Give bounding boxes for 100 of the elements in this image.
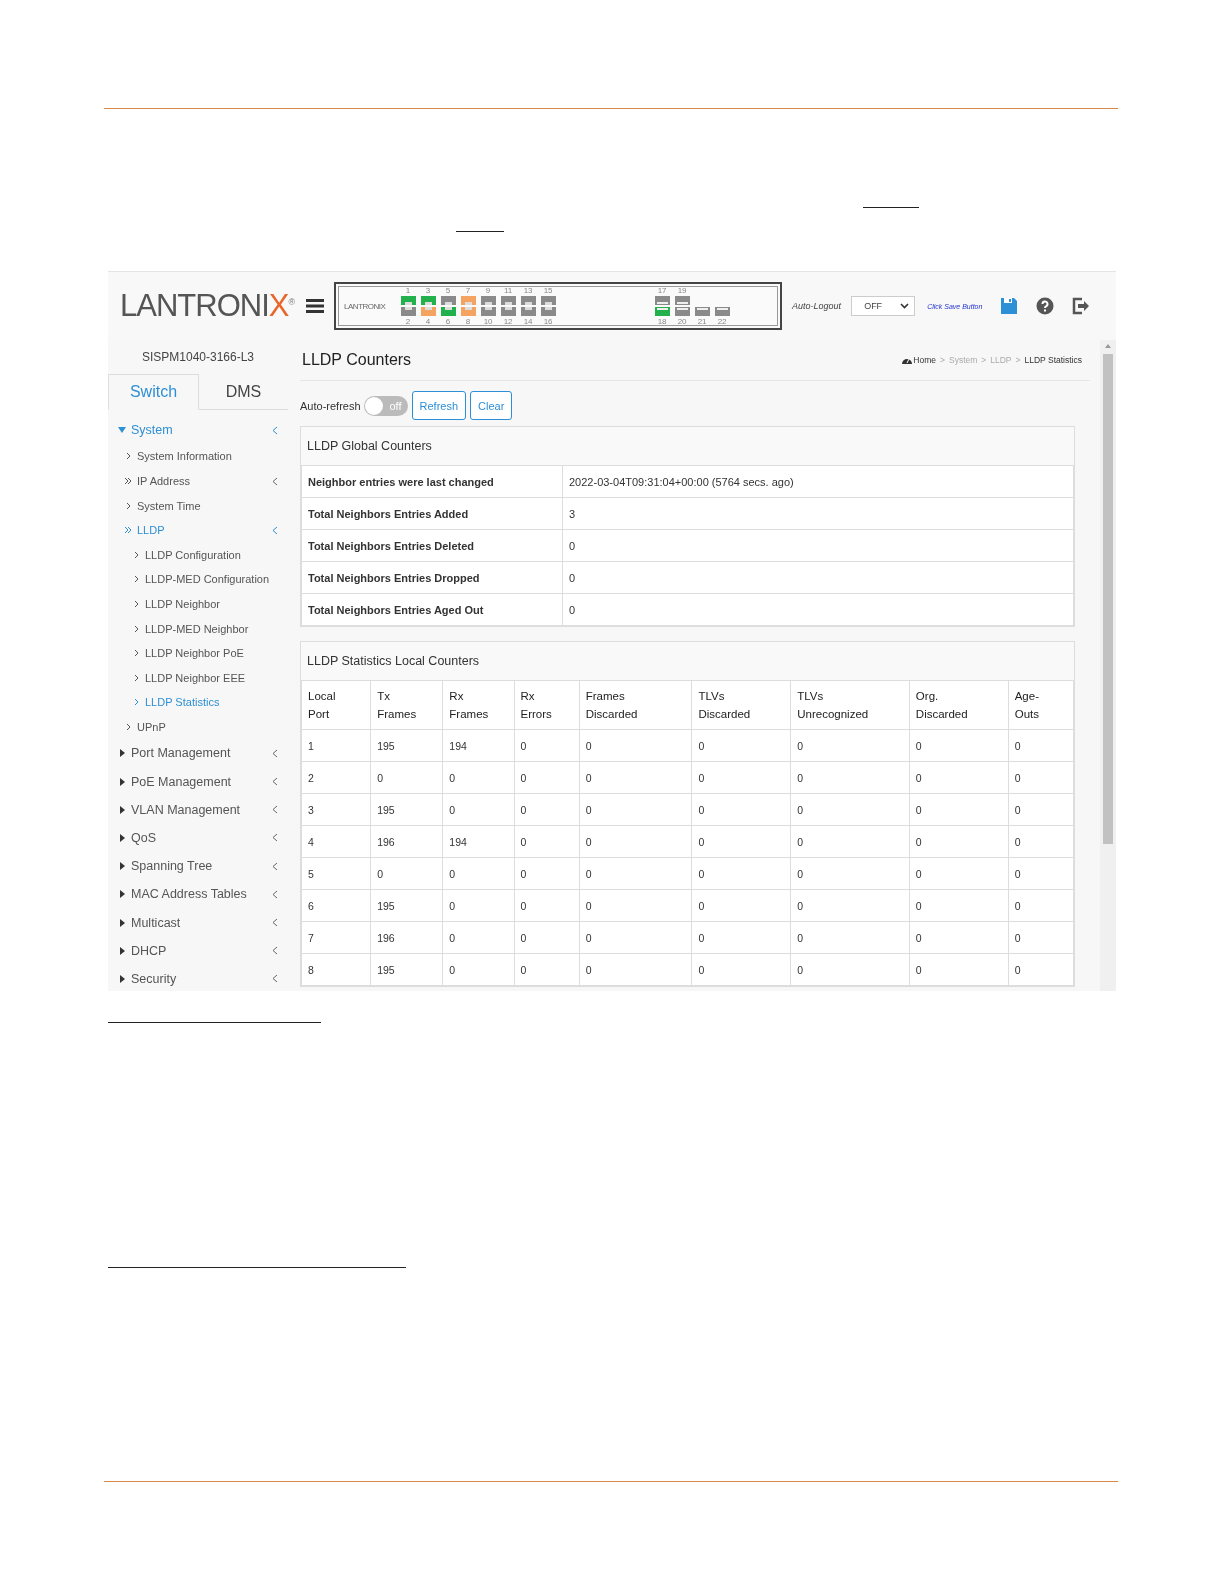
port-icon: [420, 307, 436, 316]
menu-item[interactable]: LLDP-MED Configuration: [108, 567, 288, 592]
menu-item[interactable]: LLDP Configuration: [108, 542, 288, 568]
menu-item[interactable]: Spanning Tree: [108, 852, 288, 881]
menu-item[interactable]: System Time: [108, 493, 288, 518]
chevron-left-icon: [272, 918, 278, 928]
column-header: Rx Frames: [449, 689, 489, 722]
table-cell: 0: [691, 729, 791, 762]
table-cell: 0: [514, 825, 580, 858]
port-number: 5: [445, 286, 451, 295]
table-cell: 0: [691, 761, 791, 794]
table-cell: 8: [301, 953, 371, 986]
table-cell: 0: [909, 889, 1009, 922]
table-cell: 0: [514, 761, 580, 794]
table-cell: 0: [1008, 729, 1074, 762]
table-cell: 195: [370, 793, 443, 826]
table-cell: 0: [790, 793, 910, 826]
menu-item[interactable]: MAC Address Tables: [108, 880, 288, 909]
table-cell: 0: [909, 793, 1009, 826]
logo: LANTRONIX$^{®}$: [120, 288, 295, 324]
menu-item[interactable]: PoE Management: [108, 767, 288, 796]
table-cell: 0: [790, 761, 910, 794]
table-cell: 0: [514, 729, 580, 762]
port-number: 15: [543, 286, 553, 295]
port-number: 14: [523, 317, 533, 326]
table-cell: 0: [790, 921, 910, 954]
breadcrumb-separator: >: [981, 355, 987, 365]
auto-logout-label: Auto-Logout: [792, 301, 842, 311]
table-cell: 196: [370, 921, 443, 954]
menu-item[interactable]: QoS: [108, 823, 288, 853]
port-icon: [460, 296, 476, 305]
menu-icon[interactable]: [306, 298, 325, 314]
action-button[interactable]: Clear: [470, 391, 513, 420]
menu-item[interactable]: Port Management: [108, 739, 288, 768]
table-cell: 0: [514, 857, 580, 890]
table-cell: 0: [514, 953, 580, 986]
table-cell: 0: [1008, 953, 1074, 986]
menu-item[interactable]: LLDP Neighbor PoE: [108, 640, 288, 666]
chevron-right-icon: [132, 600, 140, 609]
port-number: 12: [503, 317, 513, 326]
double-chevron-icon: [124, 526, 132, 535]
menu-item[interactable]: VLAN Management: [108, 795, 288, 824]
caret-right-icon: [118, 777, 126, 786]
auto-logout-select[interactable]: OFF: [851, 296, 916, 316]
chevron-right-icon: [124, 723, 132, 731]
caret-right-icon: [118, 862, 126, 871]
caret-right-icon: [118, 749, 126, 758]
chevron-right-icon: [132, 649, 140, 658]
scrollbar[interactable]: [1100, 340, 1116, 991]
save-icon[interactable]: [1000, 297, 1019, 315]
menu-item[interactable]: System Information: [108, 444, 288, 469]
help-icon[interactable]: [1036, 297, 1055, 315]
table-cell: 2022-03-04T09:31:04+00:00 (5764 secs. ago): [562, 465, 1074, 498]
table-cell: 0: [579, 729, 692, 762]
table-cell: 195: [370, 729, 443, 762]
table-cell: 0: [691, 953, 791, 986]
port-number: 17: [657, 286, 667, 295]
table-cell: 0: [691, 921, 791, 954]
port-number: 9: [485, 286, 491, 295]
menu-item[interactable]: LLDP-MED Neighbor: [108, 616, 288, 641]
caret-right-icon: [118, 890, 126, 899]
table-cell: 196: [370, 825, 443, 858]
menu-item[interactable]: Multicast: [108, 908, 288, 937]
action-button[interactable]: Refresh: [411, 391, 467, 420]
breadcrumb-link[interactable]: Home: [913, 355, 936, 365]
table-cell: 0: [562, 561, 1074, 594]
port-icon: [500, 296, 516, 305]
port-number: 3: [425, 286, 431, 295]
port-number: 4: [425, 317, 431, 326]
caret-right-icon: [118, 974, 126, 983]
breadcrumb-separator: >: [940, 355, 945, 365]
menu-item[interactable]: LLDP Neighbor EEE: [108, 665, 288, 691]
table-cell: Neighbor entries were last changed: [301, 465, 563, 498]
sidebar-tab[interactable]: DMS: [199, 374, 288, 409]
column-header: Tx Frames: [377, 689, 417, 722]
column-header: TLVs Unrecognized: [797, 689, 869, 722]
menu-item[interactable]: LLDP Neighbor: [108, 591, 288, 617]
panel-brand: LANTRONIX: [344, 301, 387, 311]
table-cell: 0: [579, 857, 692, 890]
table-cell: 0: [790, 729, 910, 762]
table-cell: Total Neighbors Entries Deleted: [301, 529, 563, 562]
chevron-right-icon: [124, 452, 132, 461]
logout-icon[interactable]: [1072, 297, 1091, 315]
caret-right-icon: [118, 833, 126, 842]
menu-item[interactable]: IP Address: [108, 468, 288, 494]
panel-title: LLDP Global Counters: [306, 438, 433, 455]
caret-right-icon: [118, 805, 126, 814]
column-header: Org. Discarded: [915, 689, 968, 722]
table-cell: 0: [514, 793, 580, 826]
table-cell: 0: [909, 857, 1009, 890]
port-icon: [654, 307, 670, 316]
menu-item[interactable]: DHCP: [108, 936, 288, 965]
menu-item[interactable]: Security: [108, 964, 288, 991]
port-icon: [540, 296, 556, 305]
table-cell: 0: [442, 793, 514, 826]
port-icon: [500, 307, 516, 316]
double-chevron-icon: [124, 477, 132, 486]
table-cell: 0: [790, 953, 910, 986]
port-number: 20: [677, 317, 687, 326]
menu-item[interactable]: UPnP: [108, 714, 288, 740]
